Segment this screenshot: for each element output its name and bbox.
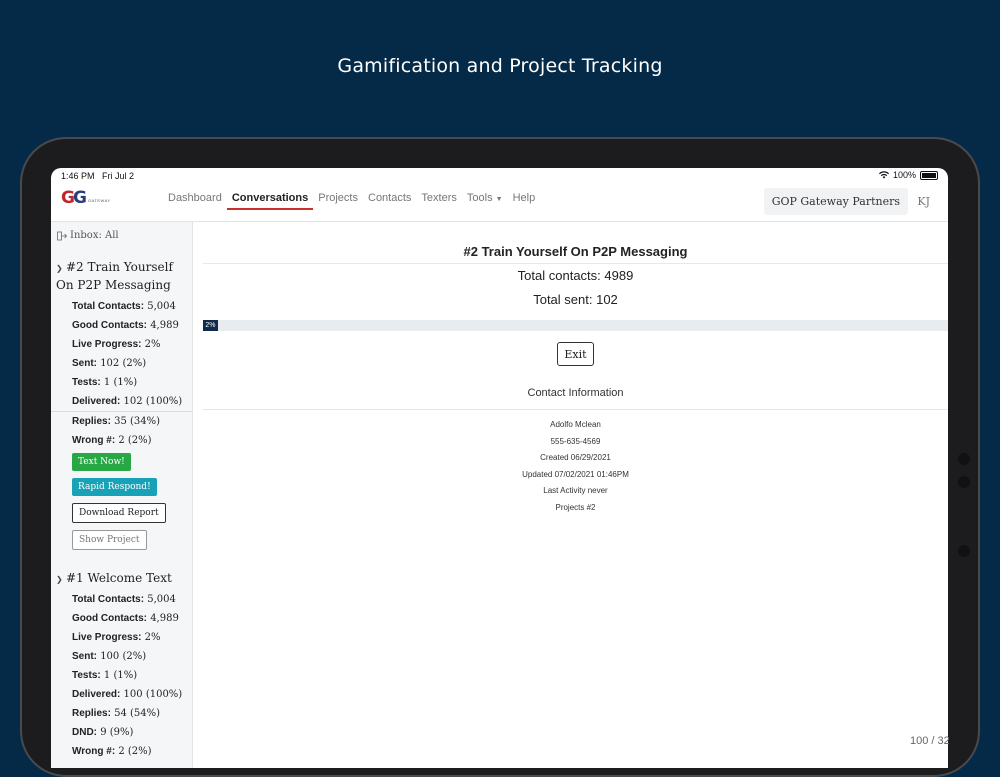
- stat-row: Replies: 35 (34%): [51, 411, 192, 431]
- user-avatar[interactable]: KJ: [917, 195, 930, 208]
- page-heading: Gamification and Project Tracking: [337, 55, 663, 77]
- pager: 100 / 32: [910, 735, 950, 747]
- nav-links: Dashboard Conversations Projects Contact…: [163, 188, 540, 210]
- download-report-button[interactable]: Download Report: [72, 503, 166, 523]
- total-sent: Total sent: 102: [533, 292, 618, 307]
- nav-link-contacts[interactable]: Contacts: [363, 188, 416, 208]
- logo-letter: G: [72, 188, 87, 208]
- exit-button[interactable]: Exit: [557, 342, 594, 366]
- total-contacts: Total contacts: 4989: [517, 268, 634, 283]
- battery-percent: 100%: [892, 170, 916, 180]
- wifi-icon: [878, 171, 889, 179]
- contact-info-title: Contact Information: [203, 387, 948, 410]
- stat-row: Wrong #: 2 (2%): [72, 435, 152, 446]
- logo[interactable]: GG GATEWAY: [61, 188, 111, 208]
- nav-link-help[interactable]: Help: [508, 188, 541, 208]
- status-date: Fri Jul 2: [102, 171, 135, 181]
- side-button: [958, 453, 970, 465]
- stat-row: Live Progress: 2%: [72, 632, 161, 643]
- stat-row: Tests: 1 (1%): [72, 670, 138, 681]
- battery-icon: [920, 170, 938, 180]
- contact-info: Adolfo Mclean 555-635-4569 Created 06/29…: [203, 417, 948, 516]
- stat-row: Wrong #: 2 (2%): [72, 746, 152, 757]
- project-stats: Total Contacts: 5,004 Good Contacts: 4,9…: [51, 590, 192, 761]
- progress-fill: 2%: [203, 320, 218, 331]
- nav-link-tools[interactable]: Tools ▼: [462, 188, 508, 208]
- progress-bar: 2%: [203, 320, 948, 331]
- stat-row: Replies: 54 (54%): [72, 708, 161, 719]
- stat-row: Good Contacts: 4,989: [72, 613, 179, 624]
- rapid-respond-button[interactable]: Rapid Respond!: [72, 478, 157, 496]
- org-button[interactable]: GOP Gateway Partners: [763, 188, 908, 215]
- logo-letter: G: [61, 188, 75, 208]
- inbox-icon: [57, 231, 67, 240]
- stat-row: Live Progress: 2%: [72, 339, 161, 350]
- text-now-button[interactable]: Text Now!: [72, 453, 131, 471]
- project-title[interactable]: ❯ #1 Welcome Text: [56, 570, 192, 588]
- contact-name: Adolfo Mclean: [550, 420, 601, 429]
- side-button: [958, 476, 970, 488]
- chevron-down-icon: ❯: [56, 575, 63, 584]
- chevron-down-icon: ❯: [56, 264, 63, 273]
- caret-down-icon: ▼: [495, 196, 503, 203]
- tablet-screen: 1:46 PM Fri Jul 2 100% GG GATEWAY Dashbo…: [51, 168, 948, 768]
- stat-row: Total Contacts: 5,004: [72, 594, 176, 605]
- side-button: [958, 545, 970, 557]
- stat-row: Tests: 1 (1%): [72, 377, 138, 388]
- stat-row: Sent: 102 (2%): [72, 358, 147, 369]
- contact-phone: 555-635-4569: [550, 436, 601, 446]
- contact-created: Created 06/29/2021: [540, 453, 611, 462]
- stat-row: Sent: 100 (2%): [72, 651, 147, 662]
- contact-updated: Updated 07/02/2021 01:46PM: [522, 469, 629, 479]
- inbox-filter[interactable]: Inbox: All: [57, 230, 192, 241]
- project-stats: Total Contacts: 5,004 Good Contacts: 4,9…: [51, 297, 192, 450]
- nav-link-conversations[interactable]: Conversations: [226, 188, 314, 210]
- nav-link-projects[interactable]: Projects: [313, 188, 363, 208]
- sidebar: Inbox: All ❯ #2 Train Yourself On P2P Mes…: [51, 222, 193, 768]
- project-heading: #2 Train Yourself On P2P Messaging: [203, 244, 948, 264]
- nav-link-dashboard[interactable]: Dashboard: [163, 188, 227, 208]
- inbox-label: Inbox: All: [70, 230, 119, 241]
- stat-row: DND: 9 (9%): [72, 727, 134, 738]
- logo-subtext: GATEWAY: [87, 198, 111, 203]
- main-panel: #2 Train Yourself On P2P Messaging Total…: [193, 222, 948, 768]
- contact-last-activity: Last Activity never: [543, 486, 608, 495]
- contact-projects: Projects #2: [555, 502, 596, 512]
- stat-row: Good Contacts: 4,989: [72, 320, 179, 331]
- stat-row: Total Contacts: 5,004: [72, 301, 176, 312]
- stat-row: Delivered: 100 (100%): [72, 689, 183, 700]
- status-time: 1:46 PM: [61, 171, 95, 181]
- show-project-button[interactable]: Show Project: [72, 530, 147, 550]
- status-bar: 1:46 PM Fri Jul 2 100%: [51, 168, 948, 184]
- navbar: GG GATEWAY Dashboard Conversations Proje…: [51, 184, 948, 222]
- project-title[interactable]: ❯ #2 Train Yourself On P2P Messaging: [56, 259, 192, 293]
- tools-label: Tools: [466, 192, 493, 204]
- stat-row: Delivered: 102 (100%): [72, 396, 183, 407]
- nav-link-texters[interactable]: Texters: [416, 188, 461, 208]
